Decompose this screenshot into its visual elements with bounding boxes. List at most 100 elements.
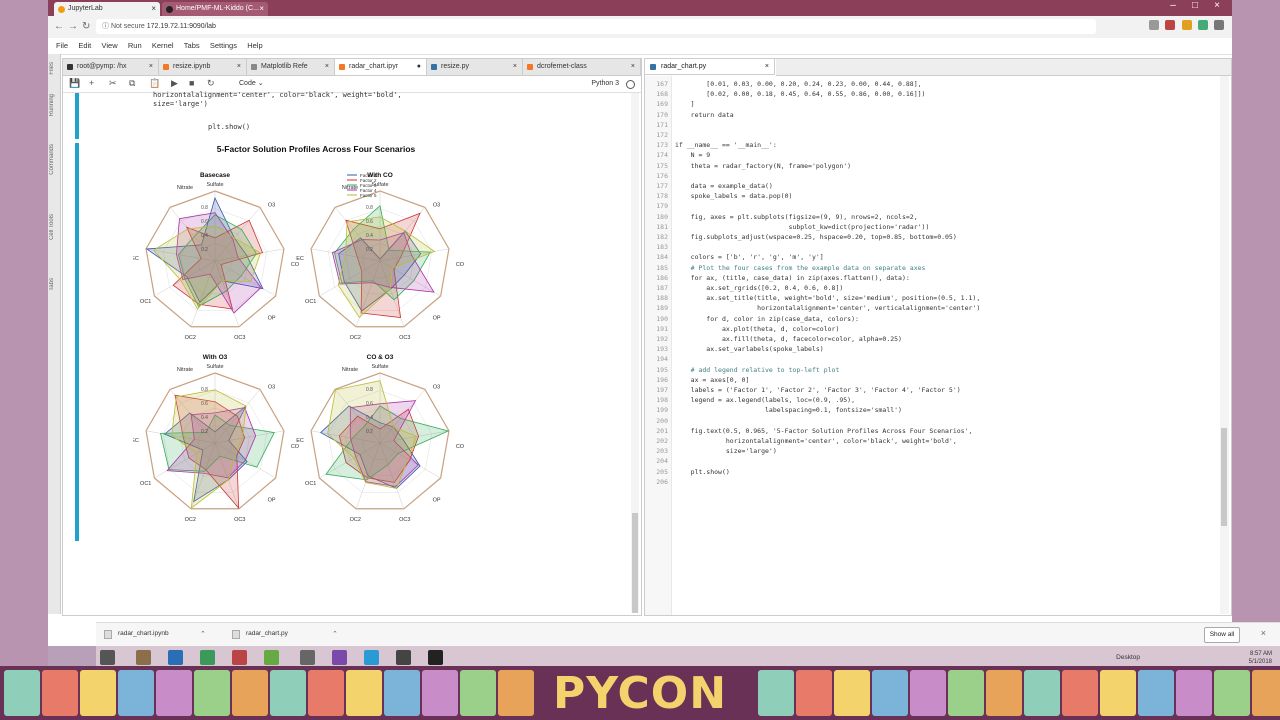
code-line[interactable]: ax.set_varlabels(spoke_labels) [675, 345, 823, 353]
close-icon[interactable]: × [631, 59, 635, 75]
menu-settings[interactable]: Settings [210, 38, 237, 54]
minimize-icon[interactable]: – [1162, 0, 1184, 11]
stop-icon[interactable]: ■ [189, 78, 194, 88]
close-icon[interactable]: × [513, 59, 517, 75]
app-icon[interactable] [396, 650, 411, 665]
close-window-icon[interactable]: × [1206, 0, 1228, 11]
code-line[interactable]: size='large') [153, 100, 208, 108]
code-line[interactable]: fig.text(0.5, 0.965, '5-Factor Solution … [675, 427, 973, 435]
code-line[interactable]: fig.subplots_adjust(wspace=0.25, hspace=… [675, 233, 957, 241]
paste-icon[interactable]: 📋 [149, 78, 160, 89]
sidebar-tab-tabs[interactable]: Tabs [49, 278, 59, 291]
editor-scrollbar[interactable] [1220, 76, 1229, 614]
close-icon[interactable]: × [151, 2, 156, 16]
menu-kernel[interactable]: Kernel [152, 38, 174, 54]
cell-type-select[interactable]: Code ⌄ [239, 78, 264, 89]
code-line[interactable]: for d, color in zip(case_data, colors): [675, 315, 859, 323]
chevron-up-icon[interactable]: ⌃ [332, 630, 338, 638]
code-line[interactable]: ax = axes[0, 0] [675, 376, 750, 384]
sidebar-tab-running[interactable]: Running [49, 94, 59, 116]
close-icon[interactable]: × [237, 59, 241, 75]
windows-start-icon[interactable] [100, 650, 115, 665]
code-line[interactable]: return data [675, 111, 734, 119]
code-line[interactable]: [0.01, 0.03, 0.00, 0.20, 0.24, 0.23, 0.0… [675, 80, 921, 88]
code-line[interactable]: # Plot the four cases from the example d… [675, 264, 926, 272]
cell-selection-bar[interactable] [75, 93, 79, 139]
code-line[interactable]: labels = ('Factor 1', 'Factor 2', 'Facto… [675, 386, 961, 394]
menu-icon[interactable] [1214, 20, 1224, 30]
code-line[interactable]: ax.set_title(title, weight='bold', size=… [675, 294, 980, 302]
back-icon[interactable]: ← [54, 21, 64, 32]
code-line[interactable]: N = 9 [675, 151, 711, 159]
code-line[interactable]: legend = ax.legend(labels, loc=(0.9, .95… [675, 396, 855, 404]
app-icon[interactable] [300, 650, 315, 665]
close-icon[interactable]: × [1261, 628, 1266, 638]
save-icon[interactable]: 💾 [69, 78, 80, 89]
copy-icon[interactable]: ⧉ [129, 78, 135, 89]
tab-resize-ipynb[interactable]: resize.ipynb × [159, 59, 247, 75]
browser-tab-github[interactable]: Home/PMF-ML-Kiddo (C... × [162, 2, 268, 16]
tab-resize-py[interactable]: resize.py × [427, 59, 523, 75]
code-line[interactable]: spoke_labels = data.pop(0) [675, 192, 793, 200]
code-line[interactable]: horizontalalignment='center', color='bla… [675, 437, 957, 445]
code-line[interactable]: theta = radar_factory(N, frame='polygon'… [675, 162, 851, 170]
sidebar-tab-commands[interactable]: Commands [49, 144, 59, 175]
tab-radar-chart-py[interactable]: radar_chart.py × [645, 59, 775, 75]
code-line[interactable]: subplot_kw=dict(projection='radar')) [675, 223, 929, 231]
show-all-button[interactable]: Show all [1204, 627, 1240, 643]
code-line[interactable]: horizontalalignment='center', color='bla… [153, 91, 402, 99]
code-line[interactable]: ] [675, 100, 695, 108]
sidebar-tab-cell-tools[interactable]: Cell Tools [49, 214, 59, 240]
restart-icon[interactable]: ↻ [207, 78, 215, 89]
app-icon[interactable] [232, 650, 247, 665]
cut-icon[interactable]: ✂ [109, 78, 117, 89]
outlook-icon[interactable] [168, 650, 183, 665]
code-line[interactable]: ax.fill(theta, d, facecolor=color, alpha… [675, 335, 902, 343]
clock[interactable]: 8:57 AM 5/1/2018 [1249, 650, 1272, 666]
code-line[interactable]: colors = ['b', 'r', 'g', 'm', 'y'] [675, 253, 824, 261]
menu-run[interactable]: Run [128, 38, 142, 54]
notebook-scrollbar[interactable] [631, 93, 639, 613]
scroll-thumb[interactable] [1221, 428, 1227, 526]
menu-file[interactable]: File [56, 38, 68, 54]
tab-terminal[interactable]: root@pymp: /hx × [63, 59, 159, 75]
code-line[interactable]: ax.set_rgrids([0.2, 0.4, 0.6, 0.8]) [675, 284, 843, 292]
code-line[interactable]: fig, axes = plt.subplots(figsize=(9, 9),… [675, 213, 918, 221]
terminal-icon[interactable] [428, 650, 443, 665]
file-explorer-icon[interactable] [136, 650, 151, 665]
add-cell-icon[interactable]: + [89, 78, 94, 88]
code-line[interactable]: [0.02, 0.00, 0.18, 0.45, 0.64, 0.55, 0.8… [675, 90, 925, 98]
menu-help[interactable]: Help [247, 38, 262, 54]
url-bar[interactable]: ⓘ Not secure 172.19.72.11:9090/lab [96, 19, 1096, 34]
chevron-up-icon[interactable]: ⌃ [200, 630, 206, 638]
tab-dcrofernet-class[interactable]: dcrofernet-class × [523, 59, 641, 75]
tab-matplotlib-reference[interactable]: Matplotlib Refe × [247, 59, 335, 75]
star-icon[interactable] [1181, 20, 1192, 30]
code-line[interactable]: labelspacing=0.1, fontsize='small') [675, 406, 902, 414]
menu-view[interactable]: View [102, 38, 118, 54]
chrome-icon[interactable] [200, 650, 215, 665]
scroll-thumb[interactable] [632, 513, 638, 613]
app-icon[interactable] [264, 650, 279, 665]
close-icon[interactable]: ● [417, 59, 421, 75]
forward-icon[interactable]: → [68, 21, 78, 32]
maximize-icon[interactable]: □ [1184, 0, 1206, 11]
code-line[interactable]: plt.show() [208, 123, 250, 131]
browser-tab-jupyterlab[interactable]: JupyterLab × [54, 2, 160, 16]
code-line[interactable]: size='large') [675, 447, 777, 455]
code-line[interactable]: # add legend relative to top-left plot [675, 366, 840, 374]
kernel-name[interactable]: Python 3 [591, 78, 619, 89]
close-icon[interactable]: × [325, 59, 329, 75]
code-line[interactable]: if __name__ == '__main__': [675, 141, 777, 149]
tab-radar-chart-ipynb[interactable]: radar_chart.ipyr ● [335, 59, 427, 75]
download-item[interactable]: radar_chart.py ⌃ [232, 630, 338, 639]
code-line[interactable]: ax.plot(theta, d, color=color) [675, 325, 839, 333]
skype-icon[interactable] [364, 650, 379, 665]
extension-icon[interactable] [1165, 20, 1176, 30]
code-line[interactable]: horizontalalignment='center', verticalal… [675, 304, 980, 312]
run-icon[interactable]: ▶ [171, 78, 178, 89]
extension-icon[interactable] [1197, 20, 1208, 30]
extension-icon[interactable] [1149, 20, 1160, 30]
code-line[interactable]: data = example_data() [675, 182, 773, 190]
close-icon[interactable]: × [149, 59, 153, 75]
